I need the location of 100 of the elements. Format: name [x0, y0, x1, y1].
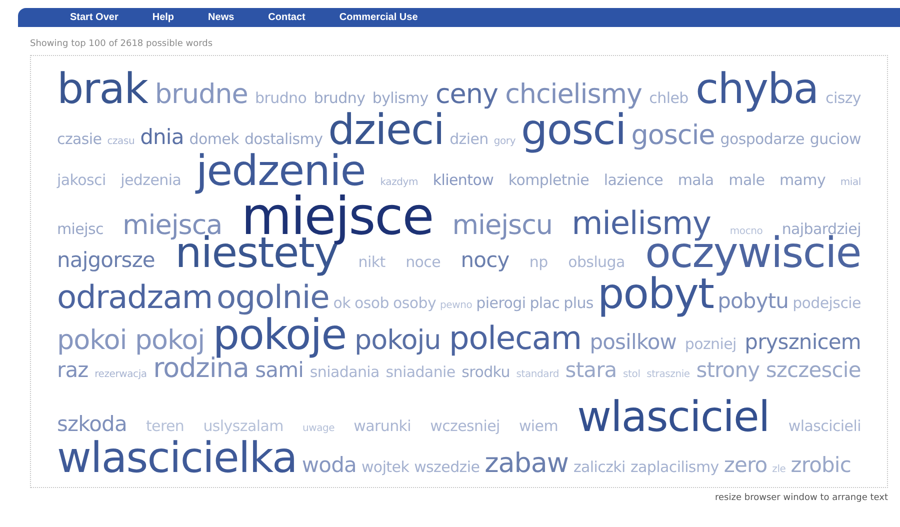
cloud-word: obsluga	[568, 254, 625, 270]
cloud-word: wiem	[518, 418, 558, 434]
cloud-word: woda	[302, 454, 356, 476]
cloud-word: podejscie	[792, 296, 861, 310]
cloud-word: szczescie	[766, 360, 861, 380]
hint-text: resize browser window to arrange text	[715, 492, 888, 502]
cloud-word: chcielismy	[505, 80, 642, 108]
cloud-word: kazdym	[380, 178, 418, 188]
cloud-word: szkoda	[57, 414, 127, 434]
cloud-word: pokoj	[134, 326, 205, 354]
cloud-word: mamy	[779, 172, 826, 188]
cloud-word: np	[529, 254, 548, 270]
cloud-word: brudne	[154, 80, 248, 108]
cloud-word: czasu	[107, 136, 135, 146]
cloud-word: zaplacilismy	[630, 460, 719, 474]
cloud-word: srodku	[462, 364, 510, 380]
cloud-word: najbardziej	[782, 222, 861, 236]
cloud-word: dostalismy	[244, 132, 323, 146]
cloud-word: sniadania	[310, 364, 380, 380]
cloud-word: chleb	[649, 90, 688, 106]
cloud-word: mala	[678, 172, 714, 188]
cloud-word: posilkow	[590, 332, 677, 352]
cloud-word: rezerwacja	[94, 370, 147, 380]
cloud-word: dnia	[140, 126, 184, 148]
cloud-word: pokoju	[354, 326, 441, 354]
cloud-word: noce	[406, 254, 441, 270]
cloud-word: gory	[494, 136, 516, 146]
summary-text: Showing top 100 of 2618 possible words	[30, 38, 214, 51]
cloud-word: wojtek	[361, 460, 410, 474]
cloud-word: jedzenie	[196, 150, 366, 192]
cloud-word: standard	[516, 370, 559, 380]
cloud-word: jedzenia	[120, 172, 182, 188]
nav-link[interactable]: Contact	[251, 8, 322, 27]
cloud-word: warunki	[354, 418, 412, 434]
cloud-word: brudno	[255, 90, 307, 106]
cloud-word: mial	[840, 178, 861, 188]
cloud-word: teren	[146, 418, 184, 434]
nav-link[interactable]: Commercial Use	[322, 8, 435, 27]
cloud-word: wczesniej	[430, 418, 500, 434]
cloud-word: zabaw	[484, 450, 568, 476]
cloud-word: klientow	[432, 172, 494, 188]
cloud-word: domek	[189, 132, 239, 146]
cloud-word: male	[728, 172, 765, 188]
cloud-word: plus	[564, 296, 594, 310]
cloud-word: pobytu	[718, 290, 789, 312]
cloud-word: goscie	[631, 122, 715, 148]
cloud-word: zaliczki	[573, 460, 626, 474]
cloud-word: brudny	[314, 90, 366, 106]
cloud-word: miejscu	[452, 212, 552, 238]
cloud-word: zrobic	[790, 454, 851, 476]
cloud-word: wlascicieli	[788, 418, 861, 434]
cloud-word: pokoje	[212, 314, 346, 356]
cloud-word: pobyt	[597, 272, 714, 314]
cloud-word: zero	[724, 454, 768, 476]
cloud-word: raz	[57, 360, 88, 380]
cloud-word: strony	[696, 360, 760, 380]
cloud-word: bylismy	[372, 90, 428, 106]
cloud-word: uslyszalam	[203, 418, 284, 434]
cloud-word: wszedzie	[414, 460, 480, 474]
cloud-word: strasznie	[646, 370, 690, 380]
nav-link[interactable]: Help	[135, 8, 192, 27]
cloud-word: wlasciciel	[577, 396, 770, 438]
cloud-word: guciow	[810, 132, 861, 146]
cloud-word: uwage	[302, 424, 335, 434]
cloud-word: odradzam	[57, 280, 212, 312]
cloud-word: prysznicem	[744, 332, 861, 352]
cloud-word: gosci	[521, 108, 626, 150]
cloud-word: brak	[57, 68, 148, 110]
cloud-word: ok	[333, 296, 350, 310]
cloud-word: najgorsze	[57, 250, 155, 270]
cloud-word: czasie	[57, 132, 102, 146]
cloud-word: miejsc	[57, 222, 104, 236]
cloud-word: stara	[565, 360, 617, 380]
cloud-word: osoby	[392, 296, 436, 310]
cloud-word: osob	[354, 296, 389, 310]
nav-link[interactable]: News	[191, 8, 252, 27]
cloud-word: ceny	[436, 80, 498, 108]
cloud-word: ogolnie	[216, 280, 330, 312]
cloud-word: gospodarze	[720, 132, 804, 146]
cloud-word: sami	[255, 360, 304, 380]
cloud-word: dzien	[450, 132, 488, 146]
cloud-word: pokoi	[57, 326, 127, 354]
cloud-word: jakosci	[57, 172, 106, 188]
cloud-word: kompletnie	[508, 172, 590, 188]
cloud-word: stol	[623, 370, 640, 380]
cloud-word: mocno	[730, 226, 763, 236]
cloud-word: plac	[530, 296, 560, 310]
cloud-word: lazience	[604, 172, 664, 188]
cloud-word: pierogi	[476, 296, 526, 310]
cloud-word: dzieci	[328, 108, 444, 150]
cloud-word: pozniej	[684, 336, 736, 352]
cloud-word: nocy	[460, 250, 510, 270]
nav-link[interactable]: Start Over	[53, 8, 136, 27]
cloud-word: ciszy	[826, 90, 861, 106]
cloud-word: wlascicielka	[57, 436, 297, 478]
cloud-word: pewno	[440, 300, 472, 310]
cloud-word: polecam	[449, 322, 582, 354]
cloud-word: chyba	[696, 68, 818, 110]
cloud-word: zle	[772, 464, 786, 474]
cloud-word: nikt	[358, 254, 386, 270]
